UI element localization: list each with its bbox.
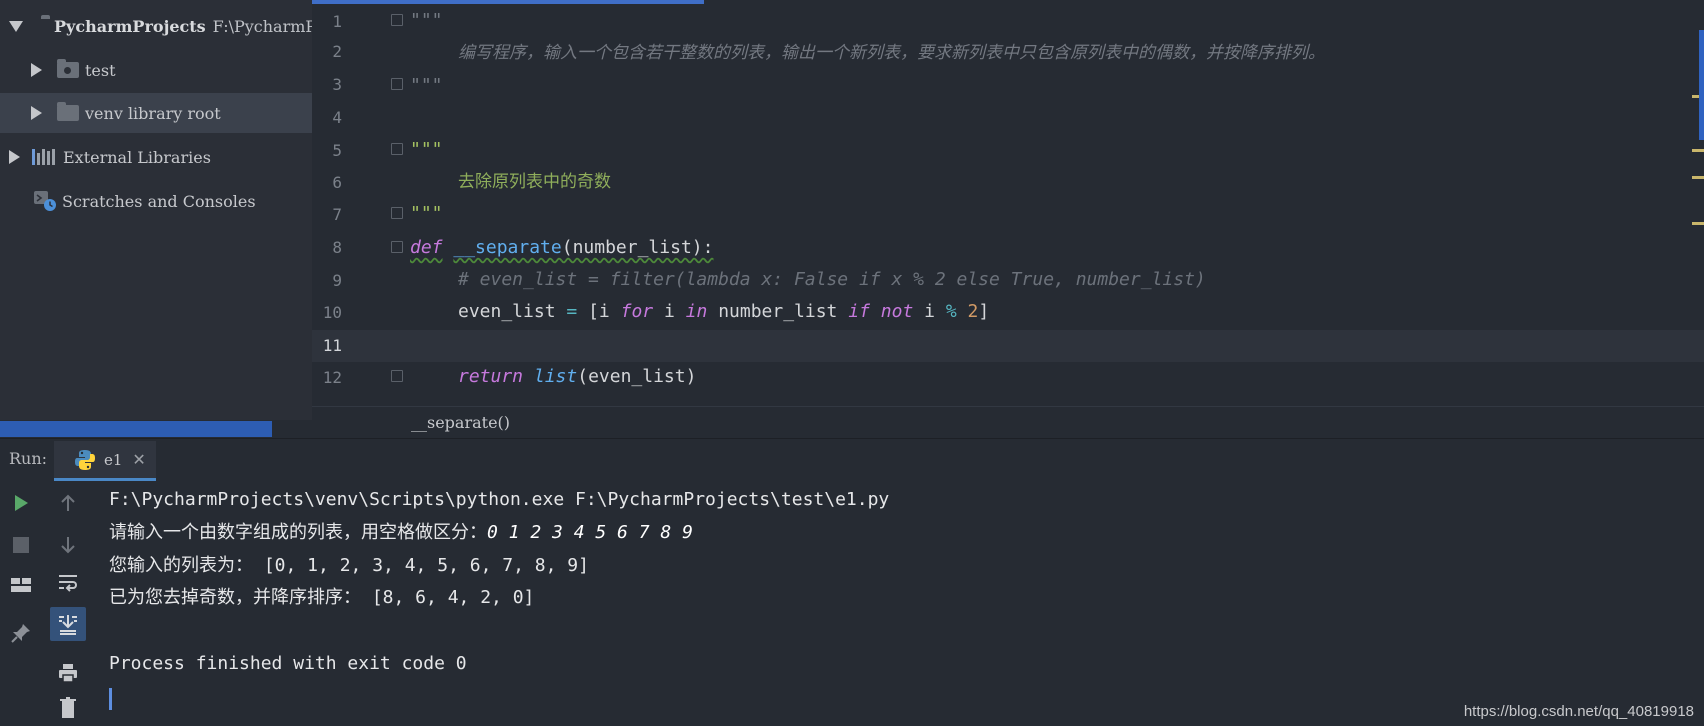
project-path: F:\PycharmPro [212, 16, 312, 36]
stripe-marker[interactable] [1692, 176, 1704, 179]
line-number: 12 [322, 368, 342, 387]
clear-button[interactable] [52, 691, 84, 723]
console-caret [109, 688, 112, 710]
tab-label: e1 [104, 450, 123, 469]
line-number: 5 [332, 141, 342, 160]
console-result-line: 已为您去掉奇数，并降序排序： [8, 6, 4, 2, 0] [109, 587, 535, 608]
pin-icon [11, 624, 30, 643]
editor-scroll-thumb[interactable] [1699, 30, 1704, 140]
fold-marker-icon[interactable] [391, 370, 403, 382]
code-line-12: return list(even_list) [458, 366, 697, 387]
run-header: Run: e1 ✕ [0, 439, 1704, 481]
line-number: 2 [332, 42, 342, 61]
chevron-right-icon[interactable] [9, 150, 20, 164]
trash-icon [60, 697, 76, 718]
fold-marker-icon[interactable] [391, 241, 403, 253]
code-line-2: 编写程序，输入一个包含若干整数的列表，输出一个新列表，要求新列表中只包含原列表中… [458, 43, 1325, 63]
project-tool-window: PycharmProjects F:\PycharmPro test venv … [0, 0, 312, 420]
layout-button[interactable] [5, 569, 37, 601]
console-command-line: F:\PycharmProjects\venv\Scripts\python.e… [109, 489, 890, 510]
line-number: 6 [332, 173, 342, 192]
chevron-down-icon[interactable] [9, 20, 23, 32]
folder-icon [57, 102, 79, 121]
soft-wrap-button[interactable] [52, 567, 84, 599]
tree-item-external-libraries[interactable]: External Libraries [0, 137, 312, 177]
project-name: PycharmProjects [54, 16, 206, 36]
line-number: 4 [332, 108, 342, 127]
chevron-right-icon[interactable] [31, 106, 42, 120]
code-line-7: """ [410, 203, 443, 224]
code-line-8: def __separate(number_list): [410, 237, 714, 258]
line-number: 10 [322, 303, 342, 322]
line-number: 3 [332, 75, 342, 94]
scroll-to-end-button[interactable] [50, 607, 86, 641]
line-number-gutter[interactable]: 1 2 3 4 5 6 7 8 9 10 11 12 [312, 0, 376, 406]
breadcrumb: __separate() [312, 406, 1704, 438]
code-line-10: even_list = [i for i in number_list if n… [458, 301, 990, 322]
code-line-1: """ [410, 10, 443, 31]
line-number: 1 [332, 12, 342, 31]
arrow-up-icon [61, 494, 75, 511]
console-exit-line: Process finished with exit code 0 [109, 653, 467, 674]
pin-button[interactable] [5, 617, 37, 649]
play-icon [15, 495, 28, 511]
run-toolbar [0, 481, 94, 726]
tree-item-label: venv library root [85, 103, 221, 123]
run-tool-window: Run: e1 ✕ F:\PycharmProjects\venv\Script… [0, 438, 1704, 726]
close-icon[interactable]: ✕ [132, 450, 145, 469]
tree-item-label: Scratches and Consoles [62, 191, 256, 211]
line-number: 8 [332, 238, 342, 257]
chevron-right-icon[interactable] [31, 63, 42, 77]
scroll-down-button[interactable] [52, 529, 84, 561]
tab-e1[interactable]: e1 ✕ [54, 441, 156, 481]
console-prompt-line: 请输入一个由数字组成的列表，用空格做区分：0 1 2 3 4 5 6 7 8 9 [109, 522, 693, 543]
layout-icon [11, 578, 31, 592]
printer-icon [59, 664, 77, 683]
code-line-5: """ [410, 139, 443, 160]
code-line-9: # even_list = filter(lambda x: False if … [458, 269, 1206, 290]
scroll-to-end-icon [59, 615, 77, 635]
fold-marker-icon[interactable] [391, 78, 403, 90]
fold-marker-icon[interactable] [391, 143, 403, 155]
project-horizontal-scrollbar[interactable] [0, 421, 272, 437]
fold-marker-icon[interactable] [391, 14, 403, 26]
tree-item-venv[interactable]: venv library root [0, 93, 312, 133]
code-line-6: 去除原列表中的奇数 [458, 172, 611, 192]
stop-button[interactable] [5, 529, 37, 561]
run-label: Run: [9, 449, 48, 468]
line-number: 7 [332, 205, 342, 224]
python-icon [74, 449, 96, 471]
fold-marker-icon[interactable] [391, 207, 403, 219]
line-number: 9 [332, 271, 342, 290]
current-line-highlight [312, 330, 1704, 362]
arrow-down-icon [61, 537, 75, 554]
console-echo-line: 您输入的列表为： [0, 1, 2, 3, 4, 5, 6, 7, 8, 9] [109, 555, 589, 576]
tree-item-label: test [85, 60, 116, 80]
scroll-up-button[interactable] [52, 487, 84, 519]
code-editor[interactable]: 1 2 3 4 5 6 7 8 9 10 11 12 """ 编写程序，输入一个… [312, 0, 1704, 406]
tree-item-label: External Libraries [63, 147, 211, 167]
stop-icon [13, 537, 29, 553]
stripe-marker[interactable] [1692, 149, 1704, 152]
soft-wrap-icon [59, 575, 77, 592]
rerun-button[interactable] [5, 487, 37, 519]
breadcrumb-item[interactable]: __separate() [411, 413, 510, 432]
tree-item-pycharmprojects[interactable]: PycharmProjects F:\PycharmPro [0, 6, 312, 46]
tree-item-test[interactable]: test [0, 50, 312, 90]
stripe-marker[interactable] [1692, 222, 1704, 225]
line-number: 11 [322, 336, 342, 355]
library-icon [32, 149, 55, 165]
folder-icon [57, 59, 79, 78]
print-button[interactable] [52, 657, 84, 689]
watermark: https://blog.csdn.net/qq_40819918 [1463, 703, 1694, 720]
code-line-3: """ [410, 75, 443, 96]
scratches-icon [33, 190, 57, 212]
tree-item-scratches[interactable]: Scratches and Consoles [0, 181, 312, 221]
